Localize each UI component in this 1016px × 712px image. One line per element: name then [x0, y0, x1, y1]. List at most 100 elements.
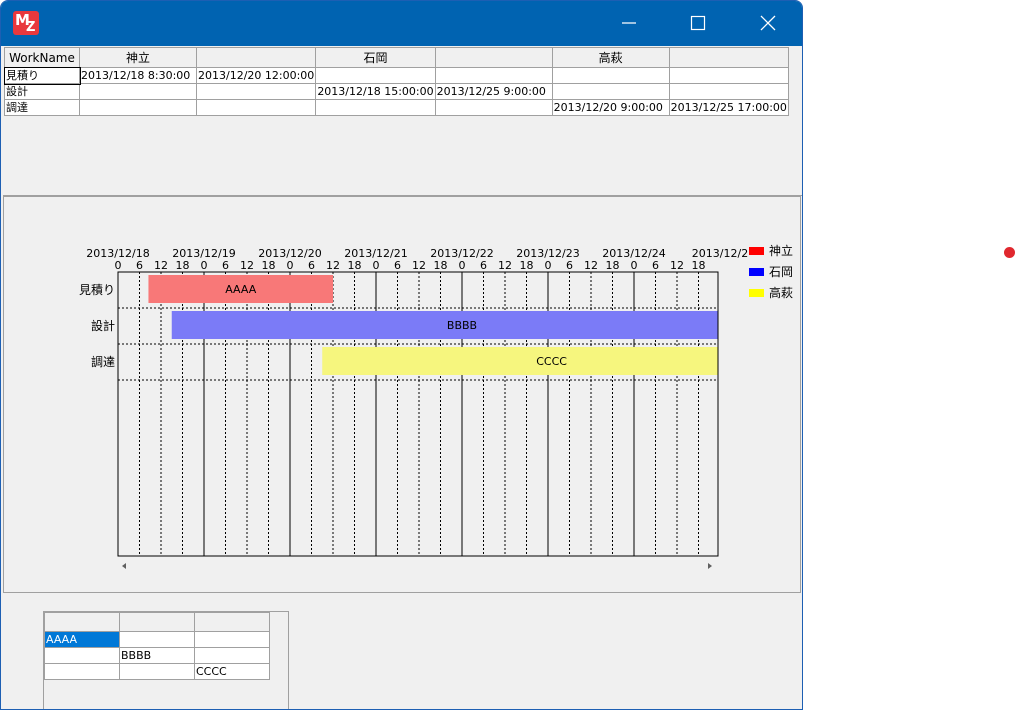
date-cell[interactable] [315, 67, 436, 84]
task-bar-label: BBBB [447, 319, 477, 332]
task-bar [171, 311, 718, 339]
app-icon[interactable]: MZ [13, 11, 39, 35]
column-header-4[interactable] [434, 47, 553, 68]
hour-tick-label: 18 [434, 259, 448, 272]
column-header-1[interactable]: 神立 [79, 47, 197, 68]
bottom-grid-panel: AAAA BBBB CCCC [3, 595, 802, 709]
task-cell[interactable]: AAAA [44, 631, 120, 648]
legend-swatch [749, 289, 764, 297]
hour-tick-label: 0 [631, 259, 638, 272]
date-cell[interactable] [551, 67, 670, 84]
column-header-0[interactable]: WorkName [4, 47, 80, 68]
minimize-button[interactable] [606, 1, 652, 46]
date-cell[interactable]: 2013/12/25 9:00:00 [434, 83, 553, 100]
date-cell[interactable] [434, 67, 553, 84]
hour-tick-label: 18 [176, 259, 190, 272]
date-cell[interactable] [195, 83, 317, 100]
hour-tick-label: 6 [480, 259, 487, 272]
hour-tick-label: 6 [136, 259, 143, 272]
maximize-icon [690, 15, 706, 31]
date-cell[interactable]: 2013/12/18 8:30:00 [79, 67, 197, 84]
hour-tick-label: 18 [348, 259, 362, 272]
work-name-cell[interactable]: 設計 [4, 83, 80, 100]
close-button[interactable] [745, 1, 791, 46]
hour-tick-label: 12 [412, 259, 426, 272]
date-cell[interactable]: 2013/12/20 12:00:00 [195, 67, 317, 84]
table-row[interactable]: CCCC [44, 663, 270, 680]
hour-tick-label: 18 [606, 259, 620, 272]
bottom-column-header[interactable] [44, 612, 120, 632]
date-cell[interactable] [668, 67, 789, 84]
date-cell[interactable] [195, 99, 317, 116]
title-bar[interactable]: MZ [1, 1, 802, 46]
hour-tick-label: 12 [154, 259, 168, 272]
date-tick-label: 2013/12/22 [430, 247, 493, 260]
date-tick-label: 2013/12/23 [516, 247, 579, 260]
work-name-cell[interactable]: 見積り [3, 66, 81, 85]
scroll-right-arrow [708, 563, 712, 569]
date-cell[interactable] [551, 83, 670, 100]
hour-tick-label: 12 [584, 259, 598, 272]
legend-label: 高萩 [769, 285, 793, 300]
task-cell[interactable] [194, 631, 270, 648]
task-cell[interactable] [44, 663, 120, 680]
task-label-grid[interactable]: AAAA BBBB CCCC [44, 612, 270, 680]
column-header-6[interactable] [668, 47, 789, 68]
column-header-5[interactable]: 高萩 [551, 47, 670, 68]
hour-tick-label: 12 [240, 259, 254, 272]
legend-label: 神立 [769, 243, 793, 258]
task-bar-label: CCCC [536, 355, 567, 368]
bottom-column-header[interactable] [119, 612, 195, 632]
task-bar-label: AAAA [225, 283, 256, 296]
table-row[interactable]: 見積り 2013/12/18 8:30:00 2013/12/20 12:00:00 [3, 66, 789, 85]
hour-tick-label: 18 [692, 259, 706, 272]
hour-tick-label: 0 [115, 259, 122, 272]
minimize-icon [622, 22, 636, 24]
hour-tick-label: 12 [326, 259, 340, 272]
scroll-left-arrow [122, 563, 126, 569]
date-tick-label: 2013/12/21 [344, 247, 407, 260]
date-cell[interactable] [79, 99, 197, 116]
legend-label: 石岡 [769, 265, 793, 279]
hour-tick-label: 0 [545, 259, 552, 272]
hour-tick-label: 6 [222, 259, 229, 272]
maximize-button[interactable] [675, 1, 721, 46]
work-name-cell[interactable]: 調達 [4, 99, 80, 116]
date-cell[interactable] [79, 83, 197, 100]
hour-tick-label: 0 [373, 259, 380, 272]
task-cell[interactable] [119, 631, 195, 648]
date-cell[interactable] [434, 99, 553, 116]
date-tick-label: 2013/12/2 [692, 247, 748, 260]
table-row[interactable]: BBBB [44, 647, 270, 664]
date-cell[interactable]: 2013/12/18 15:00:00 [315, 83, 436, 100]
date-cell[interactable] [668, 83, 789, 100]
task-cell[interactable] [119, 663, 195, 680]
top-grid-panel: WorkName 神立 石岡 高萩 見積り 2013/12/18 8:30:00 2013… [3, 46, 802, 196]
task-cell[interactable] [194, 647, 270, 664]
hour-tick-label: 0 [287, 259, 294, 272]
schedule-grid[interactable]: WorkName 神立 石岡 高萩 見積り 2013/12/18 8:30:00 2013… [3, 47, 789, 116]
row-label: 設計 [91, 318, 115, 333]
column-header-3[interactable]: 石岡 [315, 47, 436, 68]
column-header-2[interactable] [195, 47, 317, 68]
bottom-column-header[interactable] [194, 612, 270, 632]
hour-tick-label: 6 [652, 259, 659, 272]
table-row[interactable]: 設計 2013/12/18 15:00:00 2013/12/25 9:00:00 [4, 83, 789, 100]
hour-tick-label: 6 [566, 259, 573, 272]
table-row[interactable]: AAAA [44, 631, 270, 648]
gantt-chart: 0 6 12 182013/12/180 6 12 182013/12/190 6 12 1820… [79, 243, 793, 569]
date-cell[interactable]: 2013/12/20 9:00:00 [551, 99, 670, 116]
close-icon [760, 15, 776, 31]
hour-tick-label: 18 [520, 259, 534, 272]
status-indicator-dot [1004, 247, 1015, 258]
legend-swatch [749, 247, 764, 255]
table-row[interactable]: 調達 2013/12/20 9:00:00 2013/12/25 17:00:00 [4, 99, 789, 116]
hour-tick-label: 18 [262, 259, 276, 272]
task-bar [322, 347, 718, 375]
date-cell[interactable] [315, 99, 436, 116]
date-cell[interactable]: 2013/12/25 17:00:00 [668, 99, 789, 116]
task-cell[interactable] [44, 647, 120, 664]
task-cell[interactable]: BBBB [119, 647, 195, 664]
hour-tick-label: 0 [201, 259, 208, 272]
task-cell[interactable]: CCCC [194, 663, 270, 680]
